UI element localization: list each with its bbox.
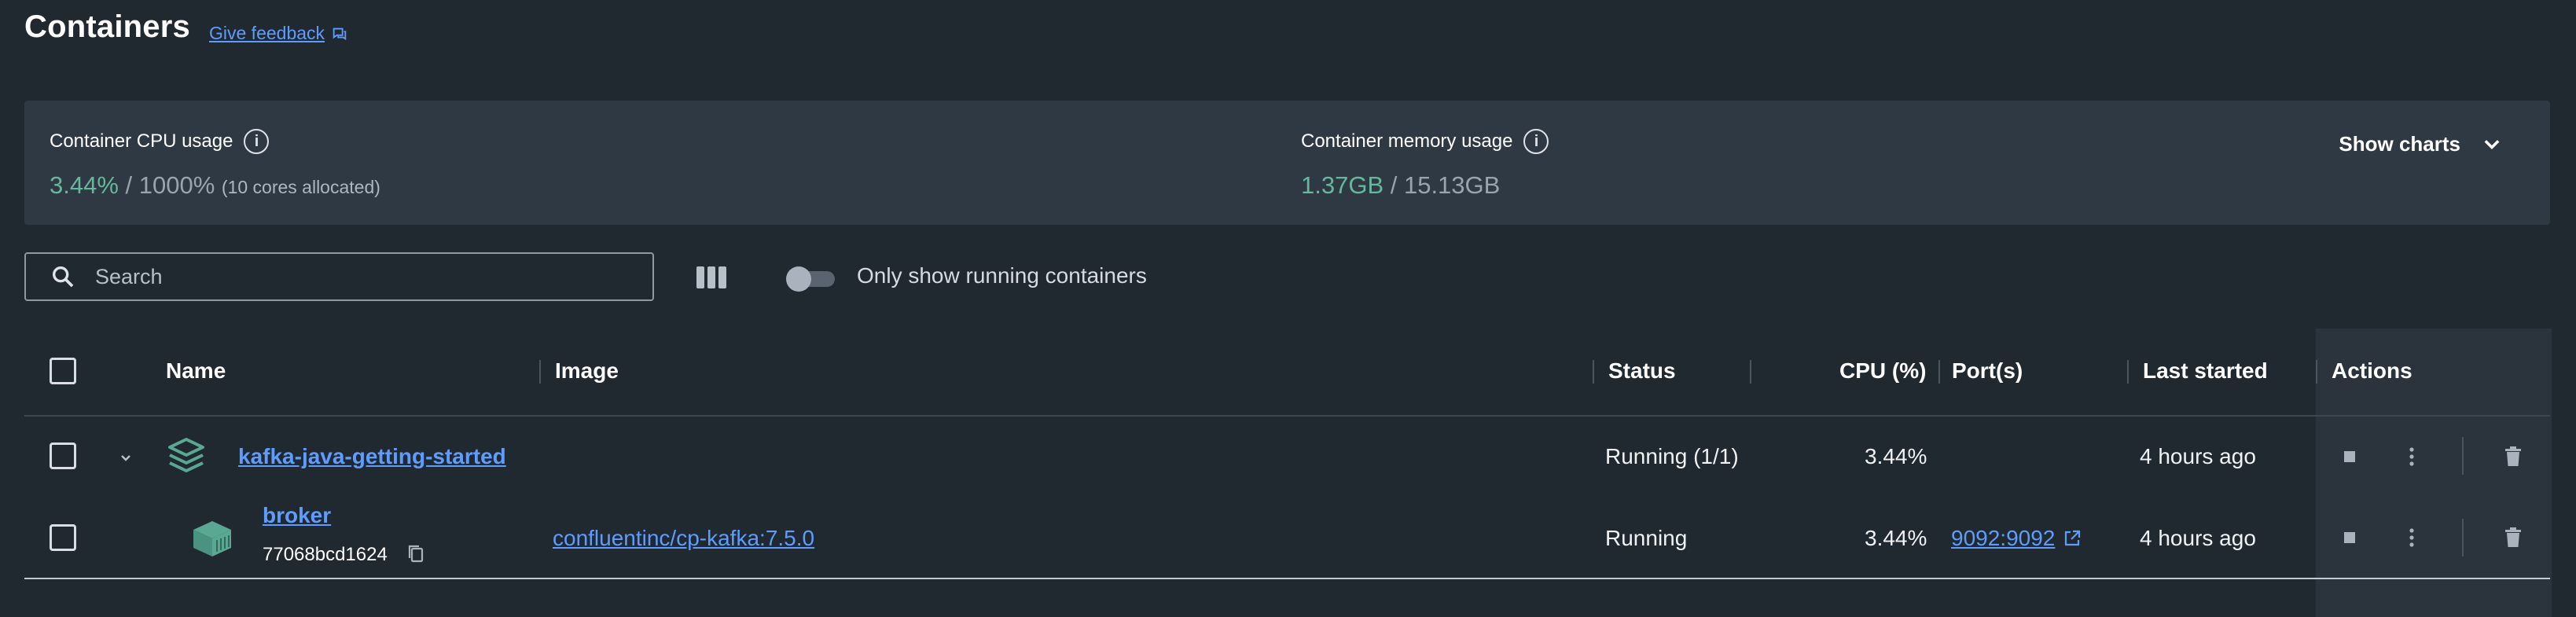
- container-image-link[interactable]: confluentinc/cp-kafka:7.5.0: [553, 526, 814, 551]
- show-charts-button[interactable]: Show charts: [2339, 132, 2503, 156]
- more-options-button[interactable]: [2398, 443, 2426, 471]
- container-cpu: 3.44%: [1865, 526, 1927, 550]
- group-name-link[interactable]: kafka-java-getting-started: [238, 444, 506, 469]
- container-status: Running: [1605, 526, 1688, 550]
- cpu-usage-heading: Container CPU usage i: [50, 129, 270, 154]
- select-all-checkbox[interactable]: [50, 358, 76, 384]
- external-link-icon: [2065, 530, 2081, 546]
- column-header-name[interactable]: Name: [166, 358, 226, 384]
- columns-icon[interactable]: [693, 262, 729, 293]
- usage-panel: Container CPU usage i 3.44% / 1000% (10 …: [24, 101, 2550, 225]
- toggle-knob: [786, 266, 811, 292]
- give-feedback-link[interactable]: Give feedback: [209, 23, 348, 44]
- group-cpu: 3.44%: [1865, 444, 1927, 468]
- column-header-status[interactable]: Status: [1608, 358, 1676, 384]
- memory-used: 1.37GB: [1301, 171, 1384, 199]
- stop-icon: [2344, 532, 2355, 543]
- trash-icon: [2505, 527, 2521, 547]
- container-last-started: 4 hours ago: [2140, 526, 2256, 550]
- cpu-cores-note: (10 cores allocated): [221, 177, 380, 197]
- column-header-actions: Actions: [2332, 358, 2412, 383]
- row-checkbox[interactable]: [50, 524, 76, 551]
- actions-divider: [2462, 519, 2464, 556]
- running-only-label: Only show running containers: [857, 263, 1147, 288]
- stop-button[interactable]: [2335, 443, 2364, 471]
- column-header-cpu[interactable]: CPU (%): [1839, 358, 1926, 384]
- column-divider[interactable]: [1750, 360, 1751, 384]
- info-icon[interactable]: i: [244, 129, 270, 154]
- more-icon: [2409, 528, 2414, 547]
- container-id: 77068bcd1624: [263, 544, 388, 565]
- delete-button[interactable]: [2499, 443, 2527, 471]
- container-name-link[interactable]: broker: [263, 503, 331, 528]
- column-header-image[interactable]: Image: [555, 358, 619, 384]
- column-divider[interactable]: [1593, 360, 1594, 384]
- stop-button[interactable]: [2335, 523, 2364, 552]
- group-status: Running (1/1): [1605, 444, 1739, 468]
- trash-icon: [2505, 446, 2521, 466]
- actions-divider: [2462, 437, 2464, 475]
- table-bottom-border: [24, 578, 2550, 579]
- memory-total: / 15.13GB: [1384, 171, 1501, 199]
- memory-usage-label: Container memory usage: [1301, 130, 1513, 152]
- cpu-usage-label: Container CPU usage: [50, 130, 233, 152]
- more-icon: [2409, 447, 2414, 466]
- column-header-ports[interactable]: Port(s): [1952, 358, 2023, 384]
- search-box[interactable]: [24, 252, 654, 301]
- copy-icon[interactable]: [406, 544, 425, 564]
- stack-icon: [168, 438, 204, 472]
- stop-icon: [2344, 451, 2355, 462]
- column-divider[interactable]: [539, 360, 541, 384]
- memory-usage-heading: Container memory usage i: [1301, 129, 1549, 154]
- container-icon: [193, 521, 231, 556]
- chevron-down-icon: [2484, 139, 2500, 149]
- cpu-usage-value: 3.44% / 1000% (10 cores allocated): [50, 171, 380, 200]
- info-icon[interactable]: i: [1523, 129, 1549, 154]
- column-divider[interactable]: [2316, 360, 2317, 384]
- column-header-last-started[interactable]: Last started: [2143, 358, 2268, 384]
- show-charts-label: Show charts: [2339, 132, 2460, 156]
- column-divider[interactable]: [1938, 360, 1940, 384]
- give-feedback-label: Give feedback: [209, 23, 325, 43]
- feedback-icon: [333, 28, 347, 40]
- row-checkbox[interactable]: [50, 443, 76, 469]
- search-input[interactable]: [94, 263, 631, 290]
- memory-usage-value: 1.37GB / 15.13GB: [1301, 171, 1500, 200]
- delete-button[interactable]: [2499, 523, 2527, 552]
- search-icon: [52, 266, 74, 288]
- more-options-button[interactable]: [2398, 523, 2426, 552]
- group-last-started: 4 hours ago: [2140, 444, 2256, 468]
- column-divider[interactable]: [2127, 360, 2129, 384]
- running-only-toggle[interactable]: [786, 266, 835, 292]
- page-title: Containers: [24, 9, 190, 44]
- header-divider: [24, 415, 2550, 417]
- chevron-down-icon[interactable]: [115, 448, 137, 467]
- cpu-total: / 1000%: [118, 171, 215, 199]
- cpu-used: 3.44%: [50, 171, 119, 199]
- port-link[interactable]: 9092:9092: [1951, 526, 2082, 551]
- port-label: 9092:9092: [1951, 526, 2056, 550]
